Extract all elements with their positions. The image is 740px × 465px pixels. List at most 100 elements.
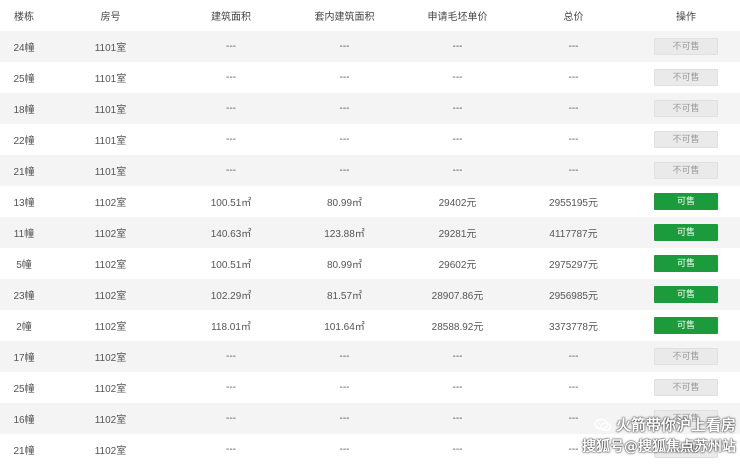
header-inner-area: 套内建筑面积 xyxy=(289,0,400,31)
cell-building: 17幢 xyxy=(0,341,48,372)
unavailable-button: 不可售 xyxy=(654,38,718,55)
cell-total: 2956985元 xyxy=(515,279,632,310)
table-row: 13幢 1102室 100.51㎡ 80.99㎡ 29402元 2955195元 可售 xyxy=(0,186,740,217)
cell-inner-area: --- xyxy=(289,403,400,434)
watermark-line2: 搜狐号@搜狐焦点苏州站 xyxy=(582,439,736,455)
cell-room: 1102室 xyxy=(48,186,173,217)
cell-unit-price: 29602元 xyxy=(400,248,515,279)
cell-area: --- xyxy=(173,93,289,124)
cell-area: --- xyxy=(173,124,289,155)
cell-total: --- xyxy=(515,124,632,155)
cell-total: 3373778元 xyxy=(515,310,632,341)
cell-total: --- xyxy=(515,62,632,93)
cell-area: --- xyxy=(173,434,289,465)
table-row: 18幢 1101室 --- --- --- --- 不可售 xyxy=(0,93,740,124)
cell-action: 可售 xyxy=(632,248,740,279)
cell-total: --- xyxy=(515,93,632,124)
cell-inner-area: 81.57㎡ xyxy=(289,279,400,310)
cell-unit-price: 29402元 xyxy=(400,186,515,217)
available-button[interactable]: 可售 xyxy=(654,193,718,210)
cell-area: --- xyxy=(173,403,289,434)
cell-room: 1102室 xyxy=(48,403,173,434)
cell-building: 2幢 xyxy=(0,310,48,341)
cell-building: 21幢 xyxy=(0,155,48,186)
cell-unit-price: --- xyxy=(400,93,515,124)
listing-table: 楼栋 房号 建筑面积 套内建筑面积 申请毛坯单价 总价 操作 24幢 1101室 -… xyxy=(0,0,740,465)
cell-total: --- xyxy=(515,155,632,186)
cell-unit-price: --- xyxy=(400,155,515,186)
cell-room: 1101室 xyxy=(48,155,173,186)
cell-building: 25幢 xyxy=(0,372,48,403)
header-building: 楼栋 xyxy=(0,0,48,31)
cell-area: 100.51㎡ xyxy=(173,186,289,217)
table-row: 5幢 1102室 100.51㎡ 80.99㎡ 29602元 2975297元 可售 xyxy=(0,248,740,279)
cell-area: --- xyxy=(173,372,289,403)
available-button[interactable]: 可售 xyxy=(654,255,718,272)
cell-total: 2955195元 xyxy=(515,186,632,217)
cell-room: 1102室 xyxy=(48,434,173,465)
cell-action: 不可售 xyxy=(632,155,740,186)
cell-room: 1102室 xyxy=(48,217,173,248)
cell-area: 118.01㎡ xyxy=(173,310,289,341)
table-row: 25幢 1101室 --- --- --- --- 不可售 xyxy=(0,62,740,93)
available-button[interactable]: 可售 xyxy=(654,317,718,334)
cell-area: --- xyxy=(173,62,289,93)
unavailable-button: 不可售 xyxy=(654,162,718,179)
cell-action: 不可售 xyxy=(632,62,740,93)
table-row: 25幢 1102室 --- --- --- --- 不可售 xyxy=(0,372,740,403)
watermark-line1: 火箭带你沪上看房 xyxy=(615,416,736,434)
table-row: 17幢 1102室 --- --- --- --- 不可售 xyxy=(0,341,740,372)
table-row: 11幢 1102室 140.63㎡ 123.88㎡ 29281元 4117787元 可售 xyxy=(0,217,740,248)
cell-room: 1102室 xyxy=(48,372,173,403)
unavailable-button: 不可售 xyxy=(654,69,718,86)
cell-unit-price: 28588.92元 xyxy=(400,310,515,341)
cell-room: 1102室 xyxy=(48,310,173,341)
cell-action: 可售 xyxy=(632,217,740,248)
cell-inner-area: --- xyxy=(289,341,400,372)
cell-total: 4117787元 xyxy=(515,217,632,248)
cell-building: 16幢 xyxy=(0,403,48,434)
cell-action: 可售 xyxy=(632,186,740,217)
table-row: 2幢 1102室 118.01㎡ 101.64㎡ 28588.92元 3373778元 可售 xyxy=(0,310,740,341)
table-header-row: 楼栋 房号 建筑面积 套内建筑面积 申请毛坯单价 总价 操作 xyxy=(0,0,740,31)
cell-inner-area: --- xyxy=(289,155,400,186)
header-unit-price: 申请毛坯单价 xyxy=(400,0,515,31)
cell-inner-area: --- xyxy=(289,62,400,93)
cell-inner-area: 80.99㎡ xyxy=(289,186,400,217)
cell-area: --- xyxy=(173,341,289,372)
cell-unit-price: --- xyxy=(400,341,515,372)
table-row: 23幢 1102室 102.29㎡ 81.57㎡ 28907.86元 2956985元 可售 xyxy=(0,279,740,310)
cell-building: 25幢 xyxy=(0,62,48,93)
cell-area: 102.29㎡ xyxy=(173,279,289,310)
cell-action: 不可售 xyxy=(632,372,740,403)
table-row: 24幢 1101室 --- --- --- --- 不可售 xyxy=(0,31,740,62)
unavailable-button: 不可售 xyxy=(654,131,718,148)
cell-building: 13幢 xyxy=(0,186,48,217)
cell-unit-price: --- xyxy=(400,403,515,434)
available-button[interactable]: 可售 xyxy=(654,224,718,241)
cell-unit-price: --- xyxy=(400,62,515,93)
cell-area: 140.63㎡ xyxy=(173,217,289,248)
cell-area: --- xyxy=(173,31,289,62)
cell-building: 22幢 xyxy=(0,124,48,155)
cell-action: 可售 xyxy=(632,279,740,310)
cell-building: 23幢 xyxy=(0,279,48,310)
header-total: 总价 xyxy=(515,0,632,31)
header-action: 操作 xyxy=(632,0,740,31)
cell-action: 不可售 xyxy=(632,93,740,124)
cell-unit-price: --- xyxy=(400,124,515,155)
cell-building: 18幢 xyxy=(0,93,48,124)
cell-total: --- xyxy=(515,341,632,372)
cell-building: 21幢 xyxy=(0,434,48,465)
cell-action: 不可售 xyxy=(632,31,740,62)
cell-unit-price: --- xyxy=(400,372,515,403)
cell-action: 不可售 xyxy=(632,124,740,155)
available-button[interactable]: 可售 xyxy=(654,286,718,303)
cell-inner-area: 123.88㎡ xyxy=(289,217,400,248)
cell-inner-area: --- xyxy=(289,124,400,155)
cell-room: 1102室 xyxy=(48,248,173,279)
cell-inner-area: --- xyxy=(289,93,400,124)
cell-area: 100.51㎡ xyxy=(173,248,289,279)
cell-unit-price: --- xyxy=(400,434,515,465)
cell-unit-price: 29281元 xyxy=(400,217,515,248)
